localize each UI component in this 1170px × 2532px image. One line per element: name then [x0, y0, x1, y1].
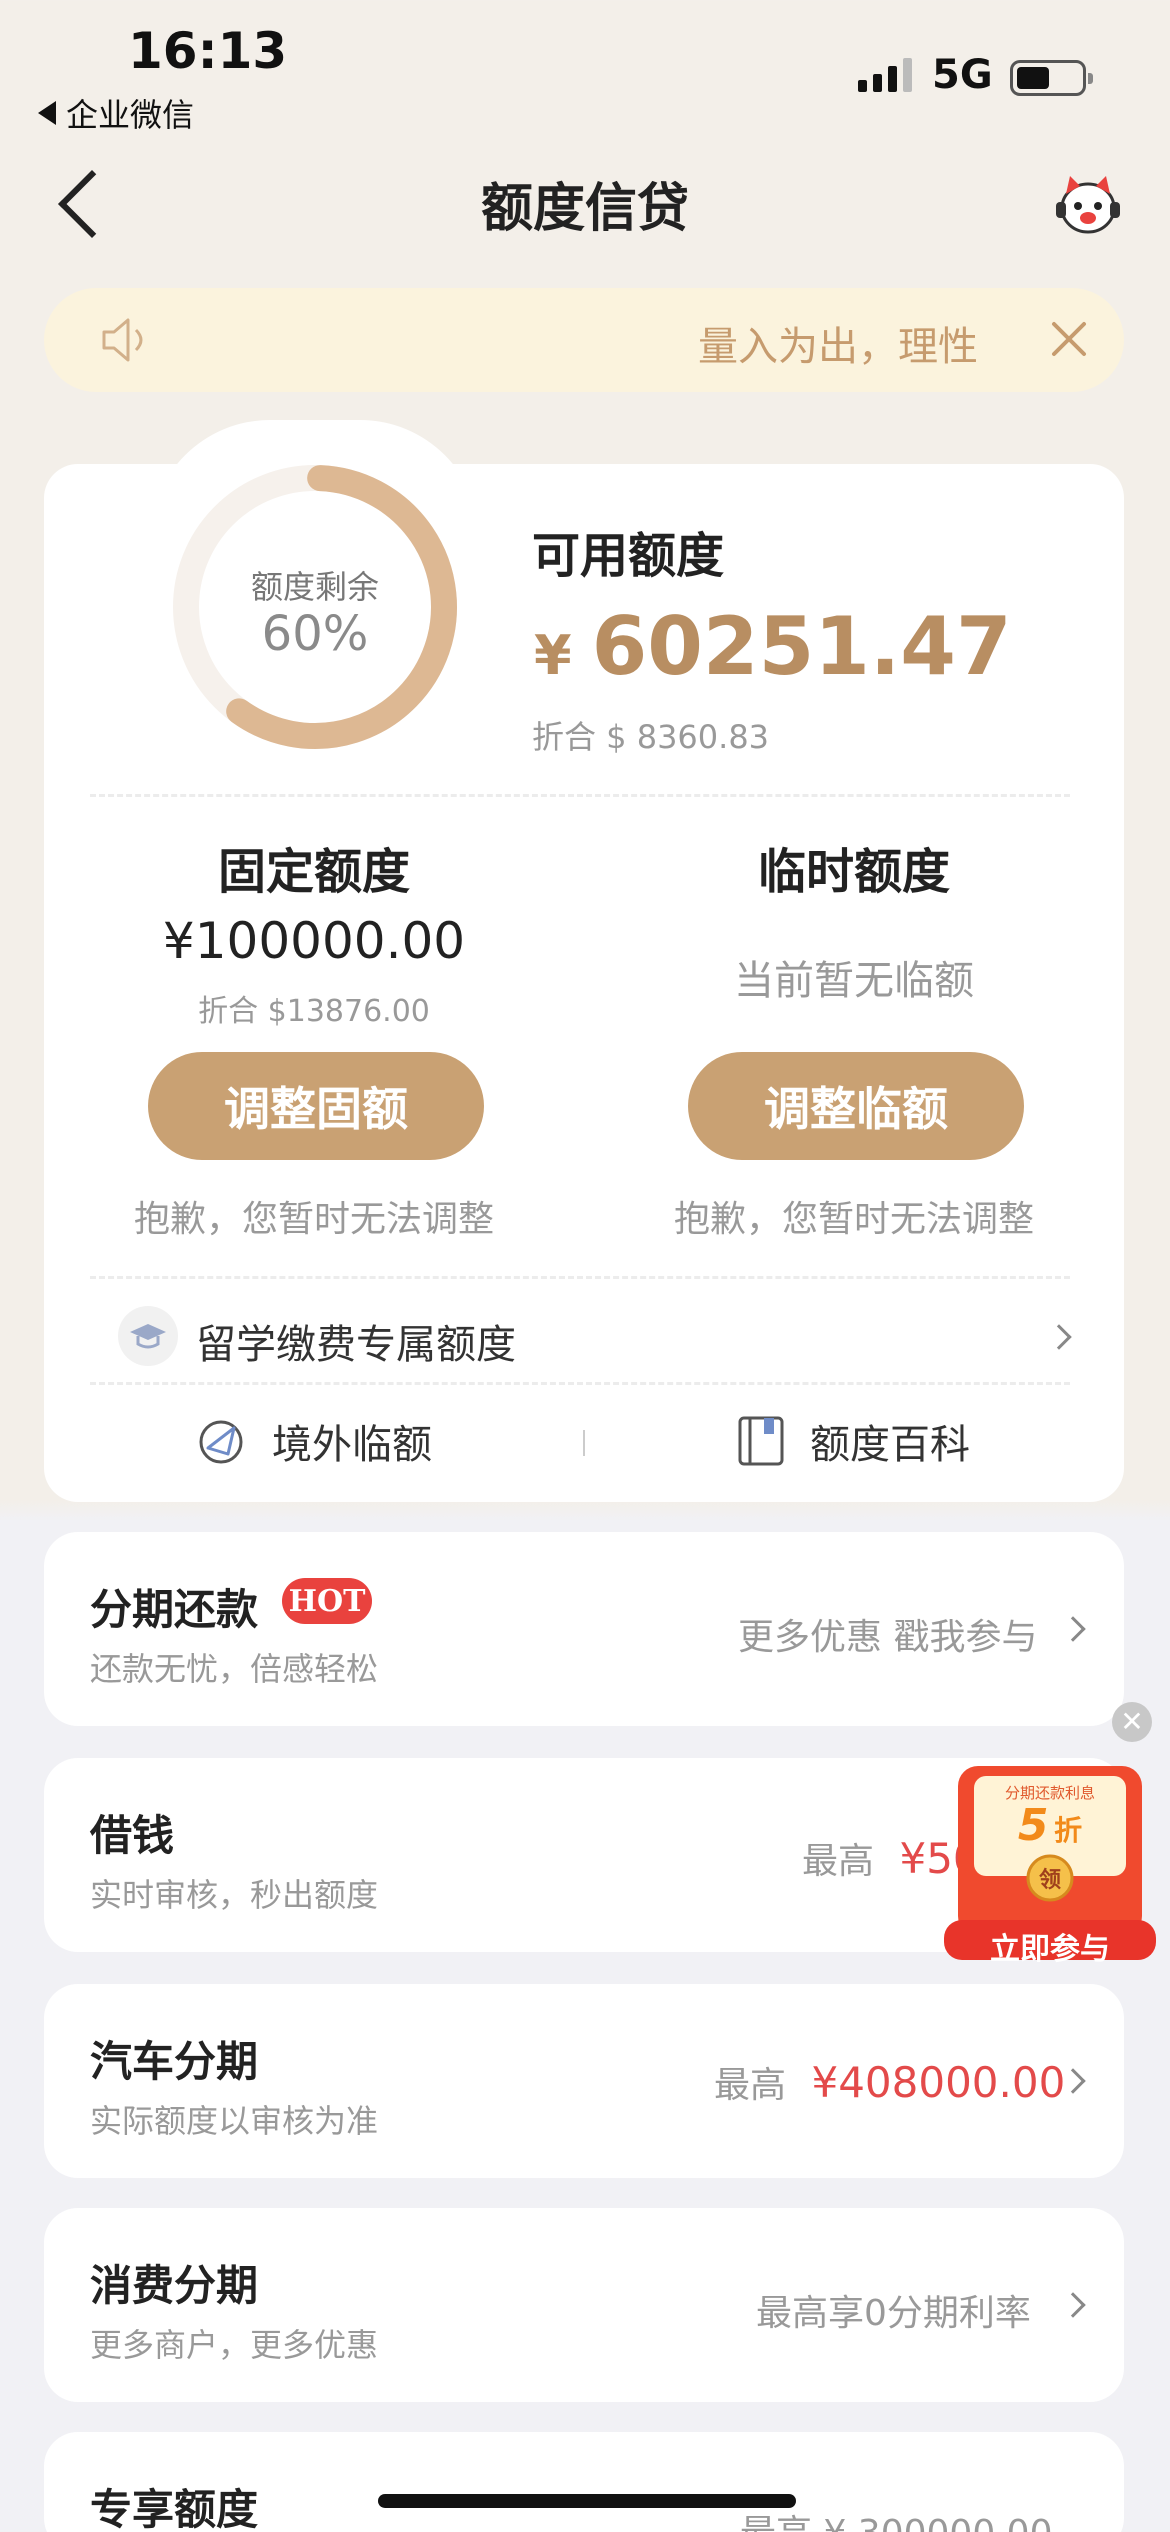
list-title: 分期还款 — [90, 1585, 259, 1634]
max-prefix: 最高 — [802, 1841, 875, 1882]
available-amount: ¥ 60251.47 — [534, 600, 1012, 693]
back-to-app[interactable]: 企业微信 — [38, 90, 194, 136]
overseas-credit-label: 境外临额 — [272, 1422, 432, 1468]
graduation-cap-icon — [118, 1306, 178, 1366]
link-separator — [583, 1430, 585, 1456]
max-amount: ¥408000.00 — [811, 2058, 1066, 2107]
list-title: 专享额度 — [90, 2485, 259, 2532]
list-subtitle: 更多商户，更多优惠 — [90, 2326, 379, 2364]
max-prefix: 最高 — [714, 2065, 787, 2106]
overseas-credit-link[interactable]: 境外临额 — [194, 1412, 432, 1470]
mascot-service-icon[interactable] — [1052, 172, 1124, 236]
fixed-credit-amount: ¥100000.00 — [162, 912, 466, 970]
back-app-label: 企业微信 — [66, 96, 195, 134]
list-right-text: 最高 ¥ 300000.00 — [740, 2504, 1052, 2532]
temp-note: 抱歉，您暂时无法调整 — [673, 1199, 1034, 1240]
fixed-credit-title: 固定额度 — [217, 844, 410, 900]
promo-discount: 5 折 — [940, 1800, 1160, 1851]
list-subtitle: 实时审核，秒出额度 — [90, 1876, 379, 1914]
available-usd: 折合 $ 8360.83 — [532, 718, 770, 756]
close-icon[interactable] — [1050, 320, 1088, 358]
book-icon — [738, 1416, 784, 1466]
battery-icon — [1010, 60, 1093, 96]
status-time: 16:13 — [128, 22, 288, 80]
available-title: 可用额度 — [532, 528, 725, 584]
adjust-temp-button[interactable]: 调整临额 — [688, 1052, 1024, 1160]
fixed-note: 抱歉，您暂时无法调整 — [133, 1199, 494, 1240]
divider — [90, 1382, 1070, 1385]
list-title: 汽车分期 — [90, 2037, 259, 2086]
network-label: 5G — [932, 52, 993, 98]
home-indicator — [378, 2494, 796, 2508]
speaker-icon — [102, 318, 143, 362]
temp-credit-empty: 当前暂无临额 — [734, 958, 974, 1004]
promo-coin-text: 领 — [1038, 1868, 1061, 1893]
fixed-credit-usd: 折合 $13876.00 — [198, 994, 430, 1029]
ring-label: 额度剩余 — [250, 568, 379, 606]
promo-cta: 立即参与 — [990, 1932, 1110, 1967]
list-subtitle: 实际额度以审核为准 — [90, 2102, 379, 2140]
hot-badge: HOT — [282, 1578, 372, 1624]
list-right-text: 更多优惠 戳我参与 — [738, 1617, 1038, 1658]
available-amount-value: 60251.47 — [591, 600, 1012, 693]
signal-icon — [858, 58, 912, 92]
list-right-text: 最高 ¥408000.00 — [714, 2056, 1065, 2108]
promo-float[interactable]: 分期还款利息 5 折 领 立即参与 — [940, 1760, 1160, 1967]
list-right-text: 最高享0分期利率 — [756, 2293, 1031, 2334]
credit-wiki-label: 额度百科 — [810, 1422, 970, 1468]
list-subtitle: 还款无忧，倍感轻松 — [90, 1650, 379, 1688]
list-title: 借钱 — [90, 1811, 175, 1860]
promo-discount-value: 5 — [1017, 1800, 1049, 1851]
study-abroad-label: 留学缴费专属额度 — [196, 1322, 516, 1368]
currency-symbol: ¥ — [534, 624, 572, 687]
list-title: 消费分期 — [90, 2261, 259, 2310]
promo-close-button[interactable]: ✕ — [1112, 1702, 1152, 1742]
plane-globe-icon — [199, 1420, 243, 1464]
divider — [90, 794, 1070, 797]
ring-percent: 60% — [261, 606, 369, 662]
back-triangle-icon — [38, 101, 56, 125]
divider — [90, 1276, 1070, 1279]
promo-discount-unit: 折 — [1054, 1814, 1083, 1847]
temp-credit-title: 临时额度 — [757, 844, 950, 900]
notice-text: 量入为出，理性 — [698, 324, 978, 370]
page-title: 额度信贷 — [480, 179, 689, 239]
credit-wiki-link[interactable]: 额度百科 — [736, 1412, 970, 1470]
adjust-fixed-button[interactable]: 调整固额 — [148, 1052, 484, 1160]
